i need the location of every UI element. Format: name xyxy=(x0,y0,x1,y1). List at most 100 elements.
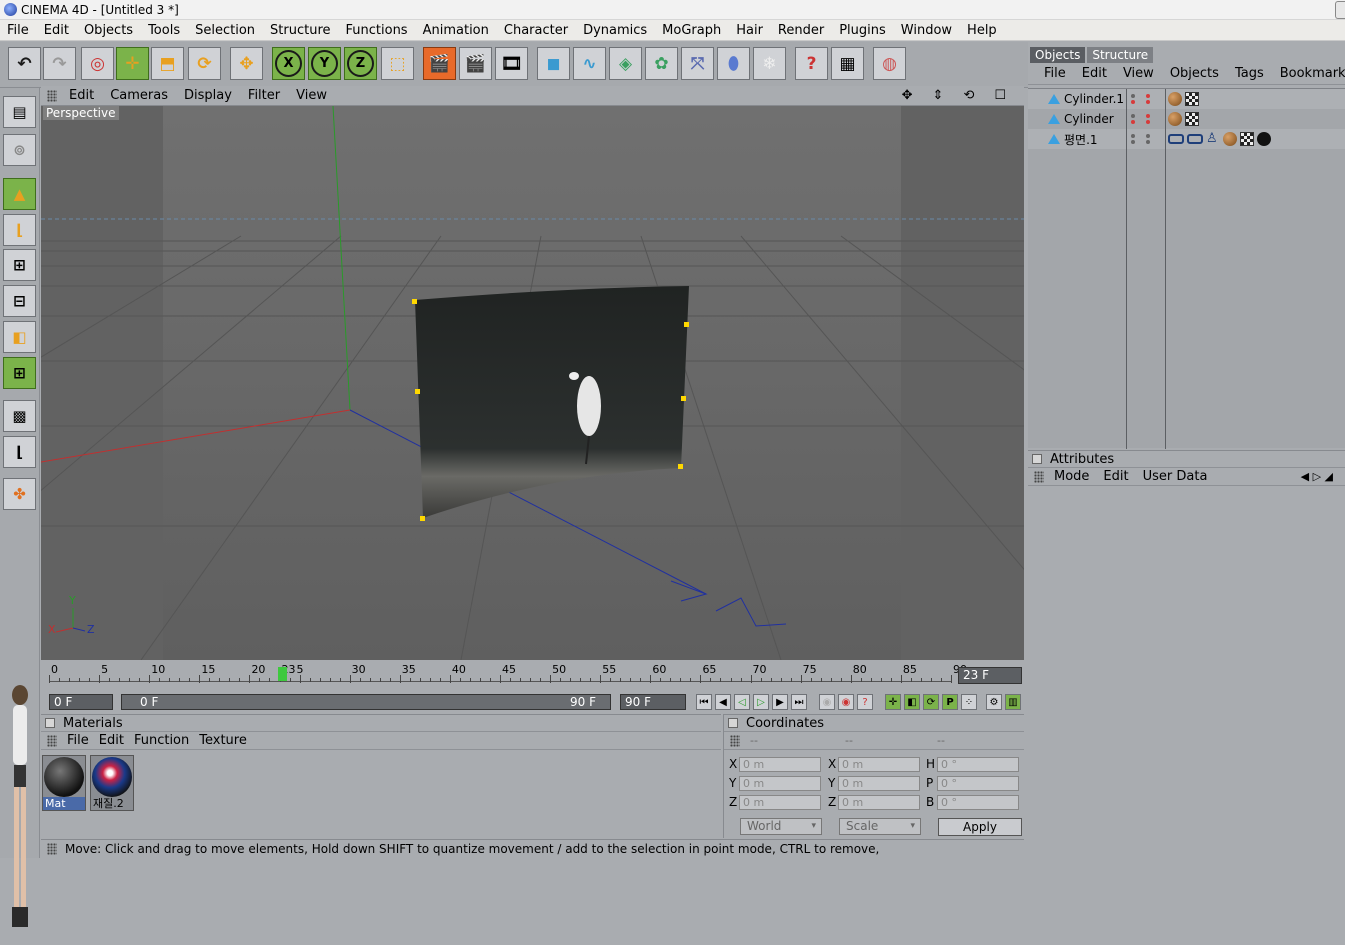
panel-toggle-checkbox[interactable] xyxy=(1032,454,1042,464)
redo-icon[interactable]: ↷ xyxy=(43,47,76,80)
sculpt-icon[interactable]: ⊚ xyxy=(3,134,36,166)
viewport-menu-view[interactable]: View xyxy=(292,88,339,103)
render-picture-viewer-icon[interactable]: 🎬 xyxy=(459,47,492,80)
z-axis-icon[interactable]: Z xyxy=(344,47,377,80)
web-icon[interactable]: ◍ xyxy=(873,47,906,80)
objects-menu-tags[interactable]: Tags xyxy=(1233,66,1278,81)
texture-tag-icon[interactable] xyxy=(1185,92,1199,106)
end-frame-field[interactable]: 90 F xyxy=(620,694,686,710)
coord-pos-field[interactable]: 0 m xyxy=(739,757,821,772)
menu-dynamics[interactable]: Dynamics xyxy=(576,23,655,38)
visibility-dots[interactable] xyxy=(1131,94,1135,104)
menu-selection[interactable]: Selection xyxy=(188,23,263,38)
timeline-playhead[interactable] xyxy=(277,667,287,681)
tab-objects[interactable]: Objects xyxy=(1030,47,1086,63)
menu-functions[interactable]: Functions xyxy=(339,23,416,38)
menu-structure[interactable]: Structure xyxy=(263,23,338,38)
object-row[interactable]: 평면.1 ♙ xyxy=(1028,129,1345,149)
coord-pos-field[interactable]: 0 m xyxy=(739,795,821,810)
y-axis-icon[interactable]: Y xyxy=(308,47,341,80)
checker-icon[interactable]: ▩ xyxy=(3,400,36,432)
phong-tag-icon[interactable] xyxy=(1168,92,1182,106)
viewport-menu-display[interactable]: Display xyxy=(180,88,244,103)
window-control-button[interactable] xyxy=(1335,0,1345,19)
tab-structure[interactable]: Structure xyxy=(1087,47,1154,63)
object-row[interactable]: Cylinder xyxy=(1028,109,1345,129)
goto-end-icon[interactable]: ⏭ xyxy=(791,694,807,710)
visibility-dots[interactable] xyxy=(1131,114,1135,124)
objects-menu-edit[interactable]: Edit xyxy=(1080,66,1121,81)
edges-mode-icon[interactable]: ⊟ xyxy=(3,285,36,317)
render-settings-icon[interactable]: 🎞 xyxy=(495,47,528,80)
orbit-icon[interactable]: ⟲ xyxy=(959,88,986,103)
play-backward-icon[interactable]: ◁ xyxy=(734,694,750,710)
environment-icon[interactable]: ❄ xyxy=(753,47,786,80)
menu-animation[interactable]: Animation xyxy=(416,23,497,38)
record-off-icon[interactable]: ◉ xyxy=(819,694,835,710)
current-frame-field[interactable]: 23 F xyxy=(958,667,1022,684)
layout-icon[interactable]: ▦ xyxy=(831,47,864,80)
materials-menu-texture[interactable]: Texture xyxy=(197,733,255,748)
dolly-icon[interactable]: ⇕ xyxy=(929,88,956,103)
move-cross-icon[interactable]: ✥ xyxy=(230,47,263,80)
materials-menu-file[interactable]: File xyxy=(65,733,97,748)
live-select-icon[interactable]: ◎ xyxy=(81,47,114,80)
timeline-layout-icon[interactable]: ▥ xyxy=(1005,694,1021,710)
render-dots[interactable] xyxy=(1146,134,1150,144)
menu-objects[interactable]: Objects xyxy=(77,23,141,38)
spline-pen-icon[interactable]: ∿ xyxy=(573,47,606,80)
timeline-settings-icon[interactable]: ⚙ xyxy=(986,694,1002,710)
materials-menu-function[interactable]: Function xyxy=(132,733,197,748)
menu-hair[interactable]: Hair xyxy=(729,23,771,38)
world-coords-icon[interactable]: ⬚ xyxy=(381,47,414,80)
render-dots[interactable] xyxy=(1146,94,1150,104)
key-points-icon[interactable]: ⁘ xyxy=(961,694,977,710)
menu-window[interactable]: Window xyxy=(894,23,960,38)
timeline-ruler[interactable]: 0510152023530354045505560657075808590 xyxy=(49,663,967,689)
apply-button[interactable]: Apply xyxy=(938,818,1022,836)
phong-tag-icon[interactable] xyxy=(1223,132,1237,146)
key-scale-icon[interactable]: ◧ xyxy=(904,694,920,710)
object-row[interactable]: Cylinder.1 xyxy=(1028,89,1345,109)
coord-size-field[interactable]: 0 m xyxy=(838,776,920,791)
undo-icon[interactable]: ↶ xyxy=(8,47,41,80)
move-icon[interactable]: ✛ xyxy=(116,47,149,80)
pan-icon[interactable]: ✥ xyxy=(898,88,925,103)
start-frame-field[interactable]: 0 F xyxy=(49,694,113,710)
render-dots[interactable] xyxy=(1146,114,1150,124)
texture-axis-icon[interactable]: ⌊ xyxy=(3,436,36,468)
material-swatch-mat[interactable]: Mat xyxy=(42,755,86,811)
material-swatch-2[interactable]: 재질.2 xyxy=(90,755,134,811)
menu-plugins[interactable]: Plugins xyxy=(832,23,894,38)
render-view-icon[interactable]: 🎬 xyxy=(423,47,456,80)
key-parameter-icon[interactable]: P xyxy=(942,694,958,710)
menu-help[interactable]: Help xyxy=(960,23,1005,38)
rotate-icon[interactable]: ⟳ xyxy=(188,47,221,80)
viewport-menu-filter[interactable]: Filter xyxy=(244,88,292,103)
coord-size-select[interactable]: Scale ▾ xyxy=(839,818,921,835)
frame-range-slider[interactable]: 0 F 90 F xyxy=(121,694,611,710)
perspective-viewport[interactable]: Perspective Y X Z xyxy=(41,106,1024,660)
ik-tag-icon[interactable]: ♙ xyxy=(1206,132,1220,146)
timeline[interactable]: 0510152023530354045505560657075808590 23… xyxy=(41,661,1024,691)
record-icon[interactable]: ◉ xyxy=(838,694,854,710)
back-arrow-icon[interactable]: ◀ ▷ ◢ xyxy=(1299,470,1341,483)
points-mode-icon[interactable]: ⊞ xyxy=(3,249,36,281)
coord-rot-field[interactable]: 0 ° xyxy=(937,795,1019,810)
texture-tag-icon[interactable] xyxy=(1185,112,1199,126)
viewport-menu-edit[interactable]: Edit xyxy=(65,88,106,103)
autokey-icon[interactable]: ? xyxy=(857,694,873,710)
menu-character[interactable]: Character xyxy=(497,23,576,38)
model-mode-icon[interactable]: ▲ xyxy=(3,178,36,210)
texture-tag-icon[interactable] xyxy=(1240,132,1254,146)
materials-menu-edit[interactable]: Edit xyxy=(97,733,132,748)
objects-menu-view[interactable]: View xyxy=(1121,66,1168,81)
goto-start-icon[interactable]: ⏮ xyxy=(696,694,712,710)
array-icon[interactable]: ✿ xyxy=(645,47,678,80)
menu-mograph[interactable]: MoGraph xyxy=(655,23,729,38)
maximize-icon[interactable]: ☐ xyxy=(990,88,1018,103)
panel-toggle-checkbox[interactable] xyxy=(728,718,738,728)
constraint-tag-icon[interactable] xyxy=(1187,134,1203,144)
coord-mode-select[interactable]: World ▾ xyxy=(740,818,822,835)
deformer-icon[interactable]: ⤧ xyxy=(681,47,714,80)
